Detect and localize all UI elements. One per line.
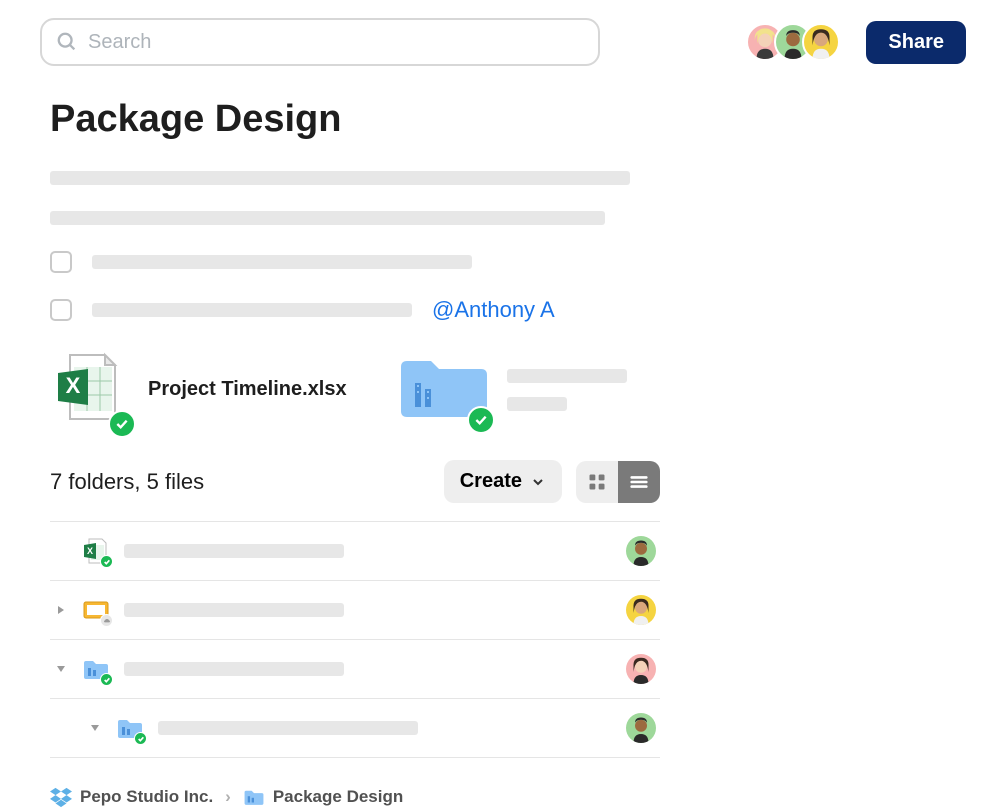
owner-avatar[interactable]	[626, 536, 656, 566]
disclosure-toggle[interactable]	[88, 723, 102, 733]
sync-badge-icon	[100, 555, 113, 568]
file-list: X	[50, 521, 660, 758]
skeleton-line	[124, 603, 344, 617]
skeleton-line	[507, 369, 627, 383]
svg-text:X: X	[87, 546, 93, 556]
create-button[interactable]: Create	[444, 460, 562, 503]
file-preview[interactable]: X Project Timeline.xlsx	[50, 347, 347, 432]
excel-file-icon: X	[50, 347, 130, 432]
skeleton-line	[158, 721, 418, 735]
skeleton-line	[92, 255, 472, 269]
dropbox-icon	[50, 786, 72, 808]
list-view-button[interactable]	[618, 461, 660, 503]
avatar[interactable]	[802, 23, 840, 61]
preview-row: X Project Timeline.xlsx	[50, 347, 660, 432]
avatar-stack	[746, 23, 840, 61]
folder-icon	[82, 655, 110, 683]
breadcrumb-root[interactable]: Pepo Studio Inc.	[50, 786, 213, 808]
skeleton-line	[507, 397, 567, 411]
search-icon	[56, 31, 78, 53]
owner-avatar[interactable]	[626, 595, 656, 625]
breadcrumb-separator: ›	[225, 787, 231, 807]
disclosure-toggle[interactable]	[54, 664, 68, 674]
checkbox[interactable]	[50, 299, 72, 321]
skeleton-line	[92, 303, 412, 317]
summary-row: 7 folders, 5 files Create	[50, 460, 660, 503]
todo-row: @Anthony A	[50, 297, 660, 323]
owner-avatar[interactable]	[626, 654, 656, 684]
top-bar: Share	[0, 0, 990, 66]
sync-badge-icon	[100, 673, 113, 686]
folder-icon	[243, 787, 265, 807]
owner-avatar[interactable]	[626, 713, 656, 743]
grid-view-button[interactable]	[576, 461, 618, 503]
file-row[interactable]	[50, 699, 660, 758]
main-content: Package Design @Anthony A X	[0, 66, 700, 808]
skeleton-line	[124, 544, 344, 558]
svg-text:X: X	[66, 373, 81, 398]
skeleton-line	[50, 211, 605, 225]
file-row[interactable]: X	[50, 521, 660, 581]
slides-file-icon	[82, 596, 110, 624]
cloud-badge-icon	[100, 614, 113, 627]
search-input[interactable]	[88, 31, 584, 54]
list-icon	[628, 471, 650, 493]
mention-link[interactable]: @Anthony A	[432, 297, 555, 323]
breadcrumb-current[interactable]: Package Design	[243, 787, 403, 807]
todo-row	[50, 251, 660, 273]
check-badge-icon	[467, 406, 495, 434]
file-row[interactable]	[50, 581, 660, 640]
checkbox[interactable]	[50, 251, 72, 273]
view-toggle	[576, 461, 660, 503]
share-button[interactable]: Share	[866, 21, 966, 64]
chevron-down-icon	[530, 474, 546, 490]
grid-icon	[587, 472, 607, 492]
page-title: Package Design	[50, 98, 660, 141]
skeleton-line	[50, 171, 630, 185]
skeleton-line	[124, 662, 344, 676]
search-box[interactable]	[40, 18, 600, 66]
sync-badge-icon	[134, 732, 147, 745]
counts-text: 7 folders, 5 files	[50, 469, 430, 495]
file-preview-label: Project Timeline.xlsx	[148, 378, 347, 401]
check-badge-icon	[108, 410, 136, 438]
folder-icon	[116, 714, 144, 742]
file-row[interactable]	[50, 640, 660, 699]
disclosure-toggle[interactable]	[54, 605, 68, 615]
breadcrumb: Pepo Studio Inc. › Package Design	[50, 758, 660, 808]
folder-preview[interactable]	[397, 351, 627, 428]
folder-icon	[397, 351, 489, 428]
excel-file-icon: X	[82, 537, 110, 565]
